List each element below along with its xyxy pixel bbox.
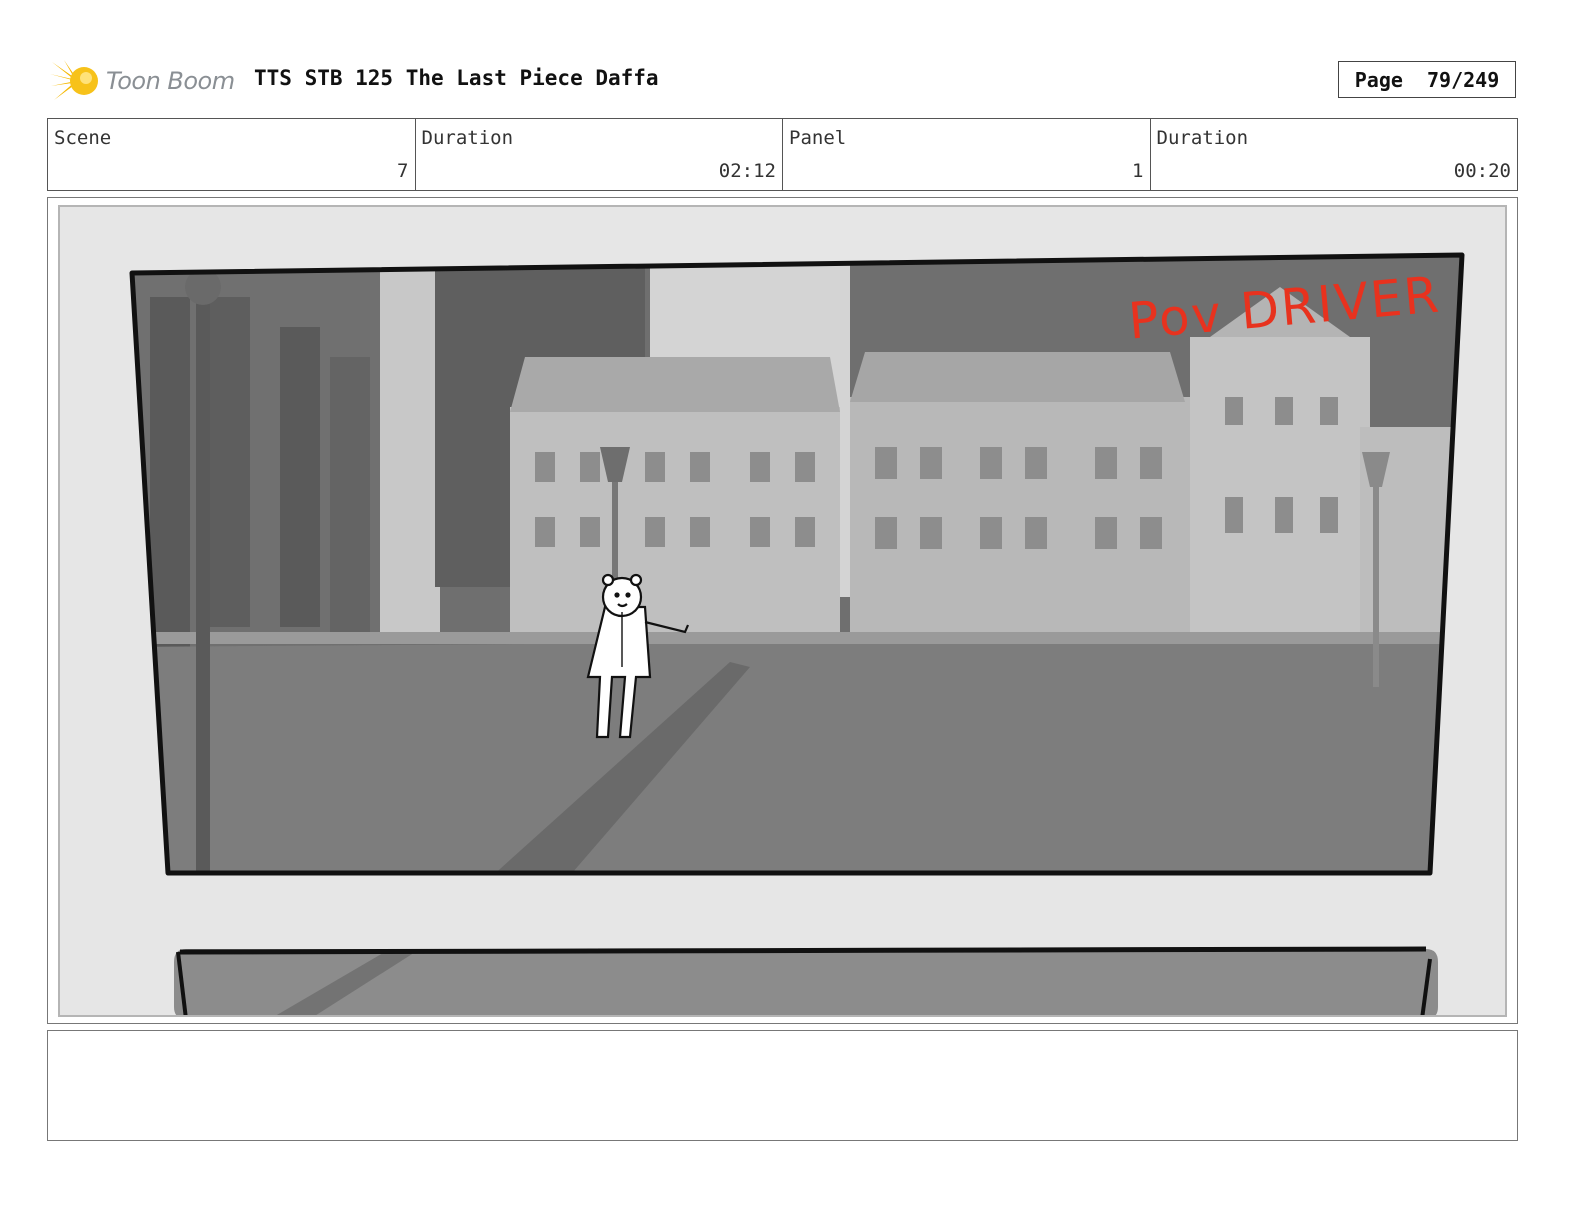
panel-duration-value: 00:20 — [1453, 160, 1511, 182]
town-square-scene — [132, 255, 1462, 873]
scene-label: Scene — [54, 127, 112, 149]
panel-label: Panel — [789, 127, 847, 149]
panel-duration-cell: Duration 00:20 — [1151, 119, 1518, 190]
dashboard — [174, 946, 1438, 1015]
panel-value: 1 — [1132, 160, 1144, 182]
panel-cell: Panel 1 — [783, 119, 1151, 190]
page-indicator: Page 79/249 — [1338, 61, 1516, 98]
page-number: 79/249 — [1427, 67, 1500, 92]
scene-duration-value: 02:12 — [718, 160, 776, 182]
toon-boom-logo: Toon Boom — [50, 56, 240, 106]
storyboard-panel: Pov DRIVER — [47, 197, 1518, 1024]
logo-text: Toon Boom — [106, 67, 235, 95]
project-title: TTS STB 125 The Last Piece Daffa — [254, 66, 659, 90]
scene-duration-label: Duration — [421, 127, 514, 149]
page-label: Page — [1354, 67, 1403, 92]
panel-image-area: Pov DRIVER — [58, 205, 1507, 1017]
scene-duration-cell: Duration 02:12 — [416, 119, 783, 190]
scene-value: 7 — [397, 160, 409, 182]
starburst-icon — [50, 60, 98, 100]
panel-notes — [47, 1030, 1518, 1141]
scene-cell: Scene 7 — [48, 119, 416, 190]
scene-info-row: Scene 7 Duration 02:12 Panel 1 Duration … — [47, 118, 1518, 191]
panel-duration-label: Duration — [1156, 127, 1249, 149]
